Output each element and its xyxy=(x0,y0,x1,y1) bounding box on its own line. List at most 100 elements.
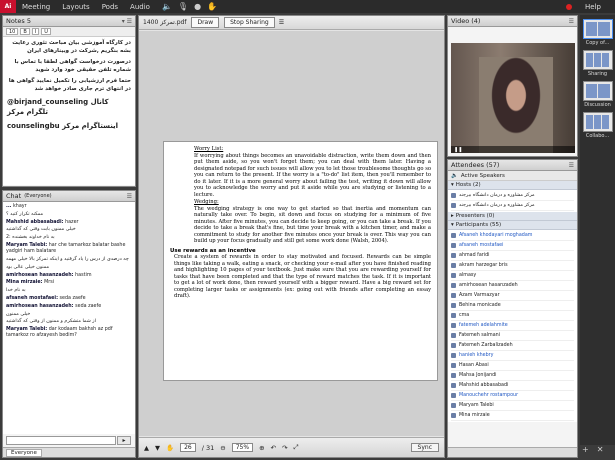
bold-button[interactable]: B xyxy=(20,28,30,35)
stop-sharing-button[interactable]: Stop Sharing xyxy=(224,17,275,28)
layout-discussion[interactable]: Discussion xyxy=(582,81,613,108)
undo-icon[interactable]: ↶ xyxy=(271,444,276,452)
zoom-select[interactable]: 75% xyxy=(231,443,254,452)
sync-button[interactable]: Sync xyxy=(410,443,439,452)
layout-label: Discussion xyxy=(584,102,611,108)
menu-meeting[interactable]: Meeting xyxy=(16,3,56,11)
layout-sharing[interactable]: Sharing xyxy=(582,50,613,77)
notes-text-area[interactable]: در کارگاه آموزشی بیان مباحث تئوری رعایت … xyxy=(3,37,135,185)
chat-message: Maryam Talebi: dar kodaam bakhsh az pdf … xyxy=(6,327,113,339)
list-item[interactable]: مرکز مشاوره و درمان دانشگاه بیرجند xyxy=(451,201,574,211)
page-number-input[interactable]: 26 xyxy=(180,443,196,452)
list-item[interactable]: Manouchehr rostampour xyxy=(451,391,574,401)
chat-tab-bar: Everyone xyxy=(3,447,135,457)
pod-menu-icon[interactable]: ☰ xyxy=(279,19,284,26)
pod-menu-icon[interactable]: ☰ xyxy=(569,162,574,169)
list-item[interactable]: amirhosean hasanzadeh xyxy=(451,281,574,291)
menu-layouts[interactable]: Layouts xyxy=(56,3,95,11)
paragraph: If worrying about things becomes an unav… xyxy=(194,152,431,198)
list-item[interactable]: Hasan Abasi xyxy=(451,361,574,371)
participants-label: Participants (55) xyxy=(455,222,502,228)
list-item[interactable]: hanieh khebry xyxy=(451,351,574,361)
note-line: درصورت درخواست گواهی لطفا با تماس با شما… xyxy=(14,59,131,73)
layout-collaboration[interactable]: Collabo... xyxy=(582,112,613,139)
presenters-section[interactable]: ▸ Presenters (0) xyxy=(448,212,577,221)
list-item[interactable]: akram harzegar bris xyxy=(451,261,574,271)
user-icon xyxy=(451,283,456,288)
user-icon xyxy=(451,353,456,358)
chat-tab-everyone[interactable]: Everyone xyxy=(6,448,42,457)
zoom-out-icon[interactable]: ⊖ xyxy=(220,444,225,452)
attendees-pod: Attendees (57) ☰ 🔈 Active Speakers ▾ Hos… xyxy=(447,159,578,458)
list-item[interactable]: ahmad faridi xyxy=(451,251,574,261)
layout-label: Copy of... xyxy=(585,40,610,46)
notes-toolbar: 10 B I U xyxy=(3,27,135,37)
chat-message: ... khayr xyxy=(6,204,27,209)
list-item[interactable]: Azam Varmazyar xyxy=(451,291,574,301)
layout-thumbnail xyxy=(582,19,613,39)
notes-title: Notes 5 xyxy=(6,17,31,25)
list-item[interactable]: Afsaneh khodayari moghadam xyxy=(451,231,574,241)
help-menu[interactable]: Help xyxy=(579,3,607,11)
list-item[interactable]: afsaneh mostafaei xyxy=(451,241,574,251)
menu-audio[interactable]: Audio xyxy=(124,3,156,11)
user-icon xyxy=(451,373,456,378)
zoom-in-icon[interactable]: ⊕ xyxy=(259,444,264,452)
speaker-icon[interactable]: 🔈 xyxy=(162,2,172,11)
chat-message: خیلی ممنون بابت وقتی که گذاشتید xyxy=(6,227,76,233)
list-item[interactable]: Mina mirzaie xyxy=(451,411,574,421)
collapse-icon: ▾ xyxy=(451,222,454,228)
italic-button[interactable]: I xyxy=(31,28,40,35)
list-item[interactable]: Mahsa Jonijandi xyxy=(451,371,574,381)
recording-icon[interactable] xyxy=(566,3,573,10)
user-icon xyxy=(451,343,456,348)
hosts-section[interactable]: ▾ Hosts (2) xyxy=(448,181,577,190)
collapse-icon: ▸ xyxy=(451,213,454,219)
list-item[interactable]: Maryam Talebi xyxy=(451,401,574,411)
fullscreen-icon[interactable]: ⤢ xyxy=(293,443,298,452)
pause-icon[interactable]: ❚❚ xyxy=(451,146,575,153)
chat-input[interactable] xyxy=(6,436,116,445)
participants-section[interactable]: ▾ Participants (55) xyxy=(448,221,577,230)
list-item[interactable]: Mahshid abbasabadi xyxy=(451,381,574,391)
chat-send-button[interactable]: ▸ xyxy=(117,436,131,445)
hand-tool-icon[interactable]: ✋ xyxy=(166,444,174,452)
document-toolbar: ▲ ▼ ✋ 26 / 31 ⊖ 75% ⊕ ↶ ↷ ⤢ Sync xyxy=(139,437,444,457)
redo-icon[interactable]: ↷ xyxy=(282,444,287,452)
down-arrow-icon[interactable]: ▼ xyxy=(155,444,160,452)
webcam-feed[interactable]: ❚❚ xyxy=(451,43,575,153)
layout-label: Collabo... xyxy=(585,133,610,139)
draw-button[interactable]: Draw xyxy=(191,17,220,28)
list-item[interactable]: cma xyxy=(451,311,574,321)
pod-menu-icon[interactable]: ☰ xyxy=(127,193,132,200)
layout-thumbnail xyxy=(582,112,613,132)
list-item[interactable]: almasy xyxy=(451,271,574,281)
raise-hand-icon[interactable]: ✋ xyxy=(207,2,217,11)
list-item[interactable]: fatemeh adelahmite xyxy=(451,321,574,331)
user-icon xyxy=(451,393,456,398)
menu-pods[interactable]: Pods xyxy=(96,3,124,11)
list-item[interactable]: Fatemeh salmani xyxy=(451,331,574,341)
attendee-count: (57) xyxy=(486,161,500,169)
underline-button[interactable]: U xyxy=(41,28,51,35)
paragraph: Create a system of rewards in order to s… xyxy=(174,254,431,299)
list-item[interactable]: مرکز مشاوره و درمان دانشگاه بیرجند xyxy=(451,191,574,201)
user-icon xyxy=(451,263,456,268)
webcam-icon[interactable]: ● xyxy=(194,2,201,11)
settings-icon[interactable]: ✕ xyxy=(597,445,604,454)
pod-menu-icon[interactable]: ▾ ☰ xyxy=(122,18,132,25)
layout-copy[interactable]: Copy of... xyxy=(582,19,613,46)
pod-menu-icon[interactable]: ☰ xyxy=(569,18,574,25)
list-item[interactable]: Behina monicade xyxy=(451,301,574,311)
adobe-connect-logo: Ai xyxy=(0,0,16,13)
list-item[interactable]: Fatemeh Zarbalizadeh xyxy=(451,341,574,351)
hosts-label: Hosts (2) xyxy=(455,182,481,188)
note-telegram: @birjand_counseling کانال تلگرام مرکز xyxy=(7,98,109,116)
chat-message: خیلی ممنون xyxy=(6,311,31,317)
user-icon xyxy=(451,363,456,368)
share-pod: 1400 تمرکز.pdf Draw Stop Sharing ☰ Worry… xyxy=(138,15,445,458)
font-size-select[interactable]: 10 xyxy=(6,28,19,35)
add-layout-icon[interactable]: + xyxy=(582,445,589,454)
up-arrow-icon[interactable]: ▲ xyxy=(144,444,149,452)
microphone-icon[interactable]: 🎙 xyxy=(178,2,188,11)
